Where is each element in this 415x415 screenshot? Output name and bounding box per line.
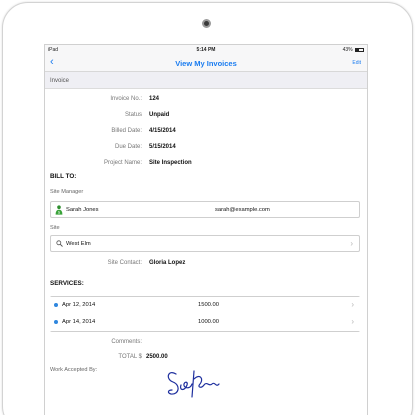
magnifier-icon (56, 240, 63, 247)
due-date-row: Due Date: 5/15/2014 (45, 144, 367, 154)
bill-to-heading: BILL TO: (50, 173, 77, 180)
service-amount: 1000.00 (198, 319, 219, 325)
status-time: 5:14 PM (196, 47, 216, 53)
billed-date-label: Billed Date: (111, 128, 142, 134)
battery-status: 43% (343, 47, 364, 53)
site-contact-label: Site Contact: (107, 260, 142, 266)
services-heading: SERVICES: (50, 280, 84, 287)
status-row: Status Unpaid (45, 112, 367, 122)
total-value: 2500.00 (146, 354, 168, 360)
project-name-label: Project Name: (103, 160, 142, 166)
billed-date-value: 4/15/2014 (149, 128, 176, 134)
blue-dot-icon (54, 320, 58, 324)
site-name: West Elm (66, 241, 91, 247)
navigation-bar: ‹ View My Invoices Edit (45, 54, 367, 72)
svg-text:$: $ (58, 211, 60, 215)
site-manager-email: sarah@example.com (215, 207, 270, 213)
signature-image (167, 370, 220, 398)
site-contact-value: Gloria Lopez (149, 260, 186, 266)
invoice-number-row: Invoice No.: 124 (45, 96, 367, 106)
site-label: Site (50, 225, 60, 231)
site-manager-field[interactable]: $ Sarah Jones sarah@example.com (50, 201, 360, 218)
camera-icon (202, 19, 211, 28)
chevron-right-icon: › (351, 300, 354, 309)
status-value: Unpaid (149, 112, 170, 118)
status-bar: iPad 5:14 PM 43% (45, 45, 367, 54)
service-row[interactable]: Apr 14, 2014 1000.00 › (50, 314, 360, 331)
service-date: Apr 12, 2014 (62, 302, 96, 308)
comments-label: Comments: (111, 339, 142, 345)
battery-icon (355, 47, 364, 52)
work-accepted-label: Work Accepted By: (50, 367, 98, 373)
page-title: View My Invoices (175, 59, 237, 68)
battery-percent: 43% (342, 47, 353, 53)
service-amount: 1500.00 (198, 302, 219, 308)
total-row: TOTAL $ 2500.00 (45, 354, 367, 364)
site-contact-row: Site Contact: Gloria Lopez (45, 260, 367, 270)
invoice-number-value: 124 (149, 96, 160, 102)
due-date-value: 5/15/2014 (149, 144, 176, 150)
service-date: Apr 14, 2014 (62, 319, 96, 325)
chevron-right-icon: › (351, 317, 354, 326)
site-field[interactable]: West Elm › (50, 235, 360, 252)
project-name-row: Project Name: Site Inspection (45, 160, 367, 170)
site-manager-name: Sarah Jones (66, 207, 99, 213)
total-label: TOTAL $ (118, 354, 142, 360)
billed-date-row: Billed Date: 4/15/2014 (45, 128, 367, 138)
service-row[interactable]: Apr 12, 2014 1500.00 › (50, 297, 360, 314)
blue-dot-icon (54, 303, 58, 307)
app-screen: iPad 5:14 PM 43% ‹ View My Invoices Edit… (44, 44, 368, 415)
section-header-invoice: Invoice (45, 72, 367, 89)
due-date-label: Due Date: (114, 144, 142, 150)
site-manager-label: Site Manager (50, 189, 84, 195)
status-label: Status (124, 112, 142, 118)
chevron-right-icon: › (350, 239, 353, 248)
project-name-value: Site Inspection (149, 160, 192, 166)
edit-button[interactable]: Edit (352, 60, 361, 66)
comments-row: Comments: (45, 339, 367, 349)
invoice-number-label: Invoice No.: (110, 96, 142, 102)
person-money-icon: $ (55, 205, 63, 215)
